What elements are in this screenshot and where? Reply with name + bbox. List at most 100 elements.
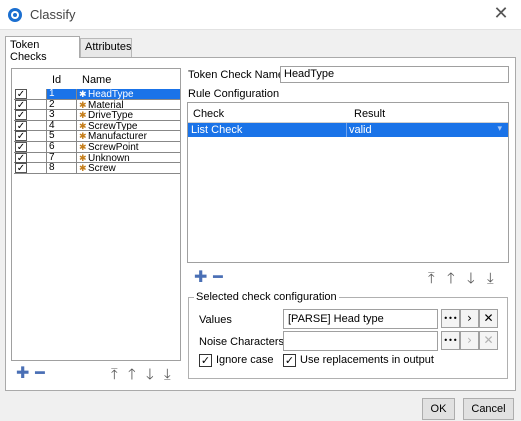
values-label: Values [199, 314, 232, 326]
remove-token-check-button[interactable]: ━ [35, 365, 45, 381]
ignore-case-label: Ignore case [216, 354, 274, 366]
name-cell: ✱Material [77, 100, 180, 111]
result-column-header[interactable]: Result [354, 108, 385, 120]
noise-clear-button[interactable]: ✕ [479, 331, 498, 350]
name-text: Manufacturer [88, 131, 147, 142]
table-row[interactable]: ✓ 1 ✱HeadType [12, 89, 182, 100]
use-replacements-label: Use replacements in output [300, 354, 434, 366]
name-text: DriveType [88, 110, 134, 121]
window-title: Classify [30, 7, 76, 22]
move-to-top-icon[interactable]: ⤒ [111, 367, 118, 382]
chevron-down-icon[interactable]: ▾ [497, 123, 502, 134]
enabled-checkbox[interactable]: ✓ [15, 131, 27, 142]
name-text: ScrewPoint [88, 141, 139, 153]
move-up-icon[interactable]: 🡑 [128, 367, 136, 382]
enabled-checkbox[interactable]: ✓ [15, 152, 27, 163]
name-cell: ✱HeadType [77, 89, 180, 100]
gear-icon: ✱ [79, 152, 87, 163]
move-to-top-icon[interactable]: ⤒ [428, 271, 435, 286]
gear-icon: ✱ [79, 89, 87, 99]
result-cell[interactable]: valid [349, 124, 372, 136]
move-down-icon[interactable]: 🡓 [467, 271, 475, 286]
column-divider [346, 123, 347, 137]
move-to-bottom-icon[interactable]: ⤓ [164, 367, 171, 382]
token-checks-table: Id Name ✓ 1 ✱HeadType ✓ 2 ✱Material ✓ 3 ✱DriveTy… [11, 68, 181, 361]
gear-icon: ✱ [79, 131, 87, 142]
title-bar: Classify ✕ [0, 0, 521, 30]
values-input[interactable]: [PARSE] Head type [283, 309, 438, 329]
table-row[interactable]: List Check valid ▾ [188, 123, 508, 137]
check-column-header[interactable]: Check [193, 108, 224, 120]
id-cell: 8 [47, 163, 77, 174]
tab-token-checks[interactable]: Token Checks [5, 36, 80, 63]
ok-button[interactable]: OK [422, 398, 455, 420]
gear-icon: ✱ [79, 120, 87, 131]
name-text: HeadType [88, 89, 134, 100]
name-cell: ✱DriveType [77, 110, 180, 121]
check-cell: ✓ [14, 120, 47, 132]
tab-attributes[interactable]: Attributes [80, 38, 132, 57]
table-row[interactable]: ✓ 6 ✱ScrewPoint [12, 142, 182, 153]
move-down-icon[interactable]: 🡓 [146, 367, 154, 382]
remove-check-button[interactable]: ━ [213, 269, 223, 285]
enabled-checkbox[interactable]: ✓ [15, 89, 27, 100]
table-row[interactable]: ✓ 2 ✱Material [12, 99, 182, 111]
name-cell: ✱ScrewType [77, 121, 180, 132]
name-cell: ✱ScrewPoint [77, 142, 180, 153]
check-cell: ✓ [14, 163, 47, 174]
token-check-name-input[interactable]: HeadType [280, 66, 509, 83]
rule-configuration-table: Check Result List Check valid ▾ [187, 102, 509, 263]
table-row[interactable]: ✓ 8 ✱Screw [12, 163, 182, 174]
move-to-bottom-icon[interactable]: ⤓ [487, 271, 494, 286]
values-arrow-button[interactable]: › [460, 309, 479, 328]
check-cell: ✓ [14, 141, 47, 153]
close-icon[interactable]: ✕ [491, 4, 511, 24]
gear-icon: ✱ [79, 141, 87, 152]
add-token-check-button[interactable]: ✚ [16, 365, 29, 381]
noise-arrow-button[interactable]: › [460, 331, 479, 350]
token-rows: ✓ 1 ✱HeadType ✓ 2 ✱Material ✓ 3 ✱DriveType ✓ 4 ✱Scr… [12, 89, 182, 174]
gear-icon: ✱ [79, 110, 87, 121]
name-text: Unknown [88, 152, 130, 164]
name-text: ScrewType [88, 120, 138, 132]
table-row[interactable]: ✓ 3 ✱DriveType [12, 110, 182, 121]
id-column-header[interactable]: Id [52, 74, 61, 86]
noise-ellipsis-button[interactable]: ••• [441, 331, 460, 350]
check-cell: ✓ [14, 89, 47, 100]
cancel-button[interactable]: Cancel [463, 398, 514, 420]
enabled-checkbox[interactable]: ✓ [15, 120, 27, 131]
rule-configuration-label: Rule Configuration [188, 88, 280, 100]
check-cell: ✓ [14, 99, 47, 111]
token-check-name-label: Token Check Name [188, 69, 284, 81]
enabled-checkbox[interactable]: ✓ [15, 163, 27, 174]
table-header: Id Name [12, 69, 180, 89]
name-cell: ✱Unknown [77, 153, 180, 164]
noise-characters-label: Noise Characters [199, 336, 284, 348]
enabled-checkbox[interactable]: ✓ [15, 110, 27, 121]
selected-check-configuration-legend: Selected check configuration [194, 291, 339, 303]
move-up-icon[interactable]: 🡑 [447, 271, 455, 286]
check-cell: List Check [191, 124, 243, 136]
enabled-checkbox[interactable]: ✓ [15, 141, 27, 152]
name-cell: ✱Screw [77, 163, 180, 174]
name-cell: ✱Manufacturer [77, 131, 180, 142]
gear-icon: ✱ [79, 163, 87, 174]
enabled-checkbox[interactable]: ✓ [15, 99, 27, 110]
add-check-button[interactable]: ✚ [194, 269, 207, 285]
check-cell: ✓ [14, 131, 47, 142]
table-header: Check Result [188, 103, 508, 123]
use-replacements-checkbox[interactable]: ✓ [283, 354, 296, 367]
values-ellipsis-button[interactable]: ••• [441, 309, 460, 328]
table-row[interactable]: ✓ 7 ✱Unknown [12, 152, 182, 164]
gear-icon: ✱ [79, 99, 87, 110]
noise-characters-input[interactable] [283, 331, 438, 351]
check-cell: ✓ [14, 110, 47, 121]
values-clear-button[interactable]: ✕ [479, 309, 498, 328]
table-row[interactable]: ✓ 5 ✱Manufacturer [12, 131, 182, 142]
table-row[interactable]: ✓ 4 ✱ScrewType [12, 120, 182, 132]
id-cell: 6 [47, 142, 77, 153]
check-cell: ✓ [14, 152, 47, 164]
ignore-case-checkbox[interactable]: ✓ [199, 354, 212, 367]
app-logo-icon [8, 8, 22, 22]
name-column-header[interactable]: Name [82, 74, 111, 86]
